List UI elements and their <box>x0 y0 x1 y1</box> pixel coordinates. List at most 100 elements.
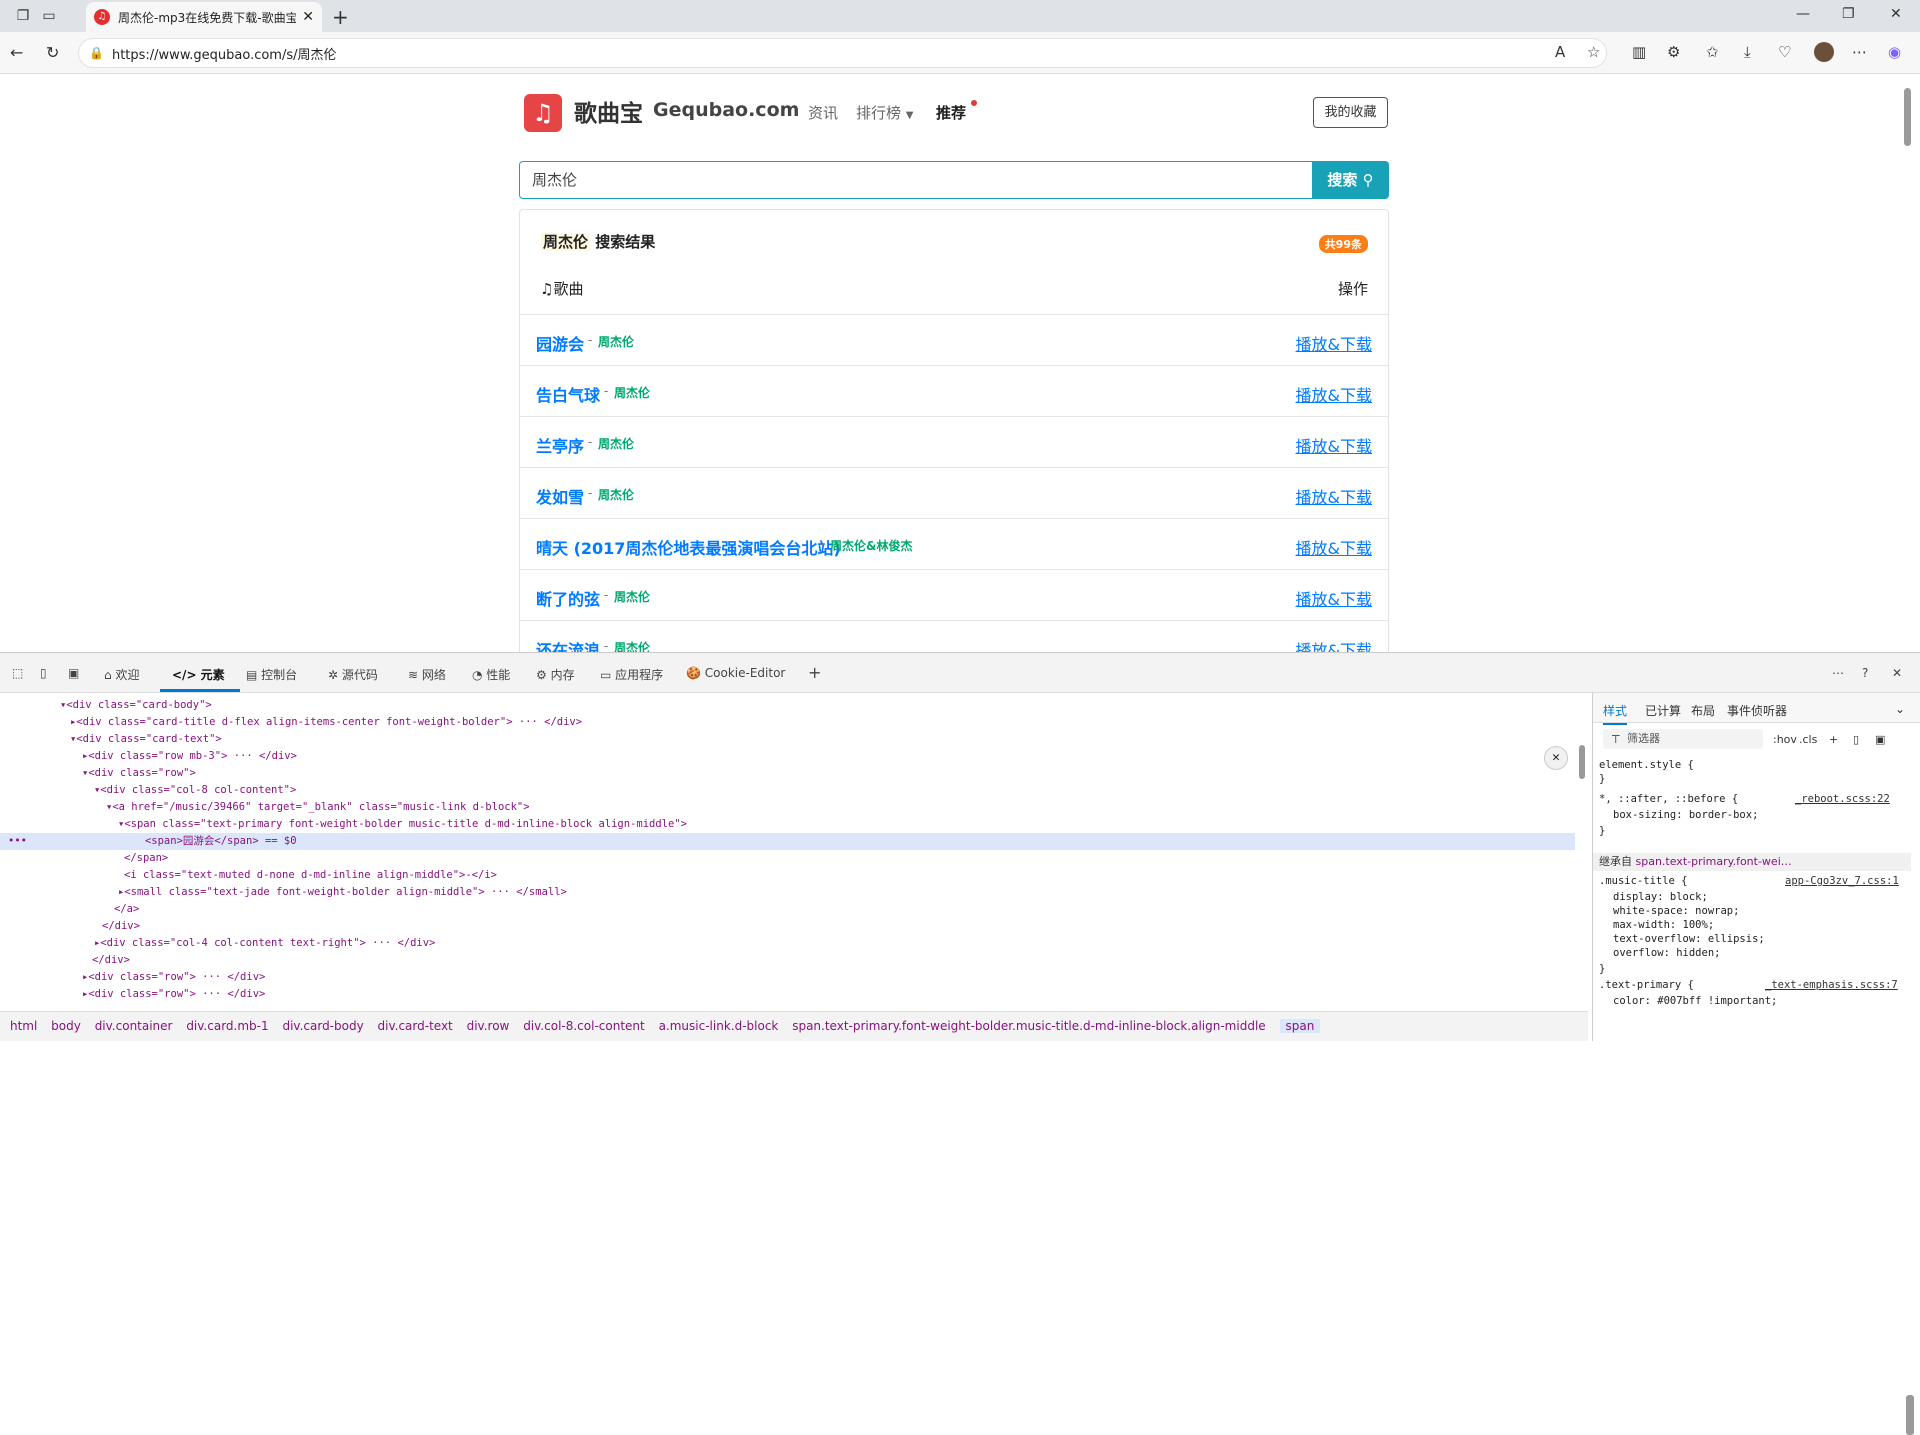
tab-event-listeners[interactable]: 事件侦听器 <box>1727 702 1787 719</box>
styles-scrollbar[interactable] <box>1906 1395 1914 1435</box>
style-source-link[interactable]: app-Cgo3zv_7.css:1 <box>1785 875 1899 887</box>
more-icon[interactable]: ⋯ <box>1852 43 1867 61</box>
dom-node[interactable]: </div> <box>0 952 1575 969</box>
play-download-link[interactable]: 播放&下载 <box>1296 535 1372 559</box>
dom-node[interactable]: ▾<div class="card-text"> <box>0 731 1575 748</box>
tab-memory[interactable]: ⚙ 内存 <box>536 666 575 683</box>
dom-node[interactable]: ▸<small class="text-jade font-weight-bol… <box>0 884 1575 901</box>
style-declaration[interactable]: color: #007bff !important; <box>1613 995 1777 1007</box>
breadcrumb-item-current[interactable]: span <box>1279 1019 1321 1033</box>
dom-node[interactable]: ▾<span class="text-primary font-weight-b… <box>0 816 1575 833</box>
address-bar[interactable]: 🔒 https://www.gequbao.com/s/周杰伦 <box>78 38 1607 68</box>
artist-name[interactable]: 周杰伦 <box>598 333 634 350</box>
chevron-down-icon[interactable]: ⌄ <box>1895 702 1905 716</box>
breadcrumb-item[interactable]: div.card.mb-1 <box>186 1019 268 1033</box>
breadcrumb-item[interactable]: body <box>51 1019 81 1033</box>
hov-button[interactable]: :hov <box>1773 733 1797 746</box>
style-declaration[interactable]: text-overflow: ellipsis; <box>1613 933 1765 945</box>
dom-scrollbar[interactable] <box>1576 739 1588 1011</box>
song-title-link[interactable]: 发如雪 <box>536 484 584 508</box>
dom-node[interactable]: ▸<div class="row"> ··· </div> <box>0 969 1575 986</box>
scrollbar-thumb[interactable] <box>1904 88 1911 146</box>
inherited-selector[interactable]: span.text-primary.font-wei… <box>1636 855 1792 868</box>
tab-network[interactable]: ≋ 网络 <box>408 666 446 683</box>
artist-name[interactable]: 周杰伦&林俊杰 <box>830 537 912 554</box>
dom-node[interactable]: ▾<div class="row"> <box>0 765 1575 782</box>
minimize-icon[interactable]: — <box>1796 6 1810 22</box>
breadcrumb-item[interactable]: div.row <box>467 1019 510 1033</box>
my-favorites-button[interactable]: 我的收藏 <box>1313 97 1388 128</box>
browser-tab[interactable]: ♫ 周杰伦-mp3在线免费下载-歌曲宝 ✕ <box>86 2 322 32</box>
copilot-icon[interactable]: ◉ <box>1888 43 1901 61</box>
tab-styles[interactable]: 样式 <box>1603 702 1628 725</box>
dom-node[interactable]: ▸<div class="row"> ··· </div> <box>0 986 1575 1003</box>
dom-node[interactable]: </span> <box>0 850 1575 867</box>
song-title-link[interactable]: 告白气球 <box>536 382 600 406</box>
artist-name[interactable]: 周杰伦 <box>598 435 634 452</box>
song-title-link[interactable]: 还在流浪 <box>536 637 600 652</box>
close-window-icon[interactable]: ✕ <box>1890 6 1902 22</box>
dom-scrollbar-thumb[interactable] <box>1579 745 1585 779</box>
breadcrumb-item[interactable]: div.container <box>95 1019 173 1033</box>
search-input[interactable]: 周杰伦 <box>519 161 1314 199</box>
nav-charts[interactable]: 排行榜 ▼ <box>856 102 914 123</box>
site-brand[interactable]: 歌曲宝 <box>574 94 643 128</box>
dom-node[interactable]: </div> <box>0 918 1575 935</box>
artist-name[interactable]: 周杰伦 <box>598 486 634 503</box>
extensions-icon[interactable]: ⚙ <box>1667 43 1680 61</box>
dom-node[interactable]: ▸<div class="row mb-3"> ··· </div> <box>0 748 1575 765</box>
tab-console[interactable]: ▤ 控制台 <box>246 666 297 683</box>
dom-node[interactable]: <i class="text-muted d-none d-md-inline … <box>0 867 1575 884</box>
style-declaration[interactable]: box-sizing: border-box; <box>1613 809 1758 821</box>
artist-name[interactable]: 周杰伦 <box>614 639 650 652</box>
music-logo-icon[interactable]: ♫ <box>524 94 562 132</box>
new-tab-icon[interactable]: + <box>332 5 349 29</box>
nav-news[interactable]: 资讯 <box>808 102 838 123</box>
style-declaration[interactable]: white-space: nowrap; <box>1613 905 1739 917</box>
tab-computed[interactable]: 已计算 <box>1645 702 1681 719</box>
tab-sources[interactable]: ✲ 源代码 <box>328 666 378 683</box>
read-aloud-icon[interactable]: A <box>1555 43 1565 61</box>
favorite-star-icon[interactable]: ☆ <box>1587 43 1600 61</box>
song-title-link[interactable]: 兰亭序 <box>536 433 584 457</box>
song-title-link[interactable]: 晴天 (2017周杰伦地表最强演唱会台北站) <box>536 535 841 559</box>
search-button[interactable]: 搜索 ⚲ <box>1312 161 1389 199</box>
breadcrumb-item[interactable]: html <box>10 1019 37 1033</box>
play-download-link[interactable]: 播放&下载 <box>1296 331 1372 355</box>
downloads-icon[interactable]: ⤓ <box>1744 43 1751 61</box>
play-download-link[interactable]: 播放&下载 <box>1296 484 1372 508</box>
close-devtools-icon[interactable]: ✕ <box>1892 666 1902 680</box>
style-declaration[interactable]: max-width: 100%; <box>1613 919 1714 931</box>
add-tab-icon[interactable]: + <box>808 663 821 682</box>
breadcrumb-item[interactable]: div.col-8.col-content <box>523 1019 645 1033</box>
play-download-link[interactable]: 播放&下载 <box>1296 586 1372 610</box>
tab-application[interactable]: ▭ 应用程序 <box>600 666 663 683</box>
dom-tree[interactable]: ▾<div class="card-body"> ▸<div class="ca… <box>0 693 1588 1011</box>
toggle-sidebar-icon[interactable]: ▣ <box>1875 733 1885 746</box>
reload-icon[interactable]: ↻ <box>46 43 59 62</box>
favorites-icon[interactable]: ✩ <box>1706 43 1719 61</box>
cls-button[interactable]: .cls <box>1799 733 1817 746</box>
breadcrumb-item[interactable]: div.card-text <box>378 1019 453 1033</box>
play-download-link[interactable]: 播放&下载 <box>1296 637 1372 652</box>
lock-icon[interactable]: 🔒 <box>89 46 104 60</box>
help-icon[interactable]: ? <box>1862 666 1868 680</box>
tab-welcome[interactable]: ⌂ 欢迎 <box>104 666 139 683</box>
paint-icon[interactable]: ▯ <box>1853 733 1859 746</box>
style-source-link[interactable]: _reboot.scss:22 <box>1795 793 1890 805</box>
dom-node[interactable]: ▸<div class="col-4 col-content text-righ… <box>0 935 1575 952</box>
node-menu-icon[interactable]: ••• <box>8 835 27 847</box>
site-domain[interactable]: Gequbao.com <box>653 99 799 121</box>
styles-filter-input[interactable]: 筛选器 <box>1603 729 1763 749</box>
add-rule-icon[interactable]: + <box>1829 733 1838 746</box>
song-title-link[interactable]: 园游会 <box>536 331 584 355</box>
artist-name[interactable]: 周杰伦 <box>614 384 650 401</box>
song-title-link[interactable]: 断了的弦 <box>536 586 600 610</box>
dom-node-selected[interactable]: ••• <span>园游会</span> == $0 <box>0 833 1575 850</box>
dock-icon[interactable]: ▣ <box>68 666 79 680</box>
tab-cookie-editor[interactable]: 🍪 Cookie-Editor <box>686 666 785 680</box>
close-overlay-icon[interactable]: ✕ <box>1544 746 1568 770</box>
breadcrumb-item[interactable]: div.card-body <box>282 1019 363 1033</box>
artist-name[interactable]: 周杰伦 <box>614 588 650 605</box>
style-declaration[interactable]: overflow: hidden; <box>1613 947 1720 959</box>
